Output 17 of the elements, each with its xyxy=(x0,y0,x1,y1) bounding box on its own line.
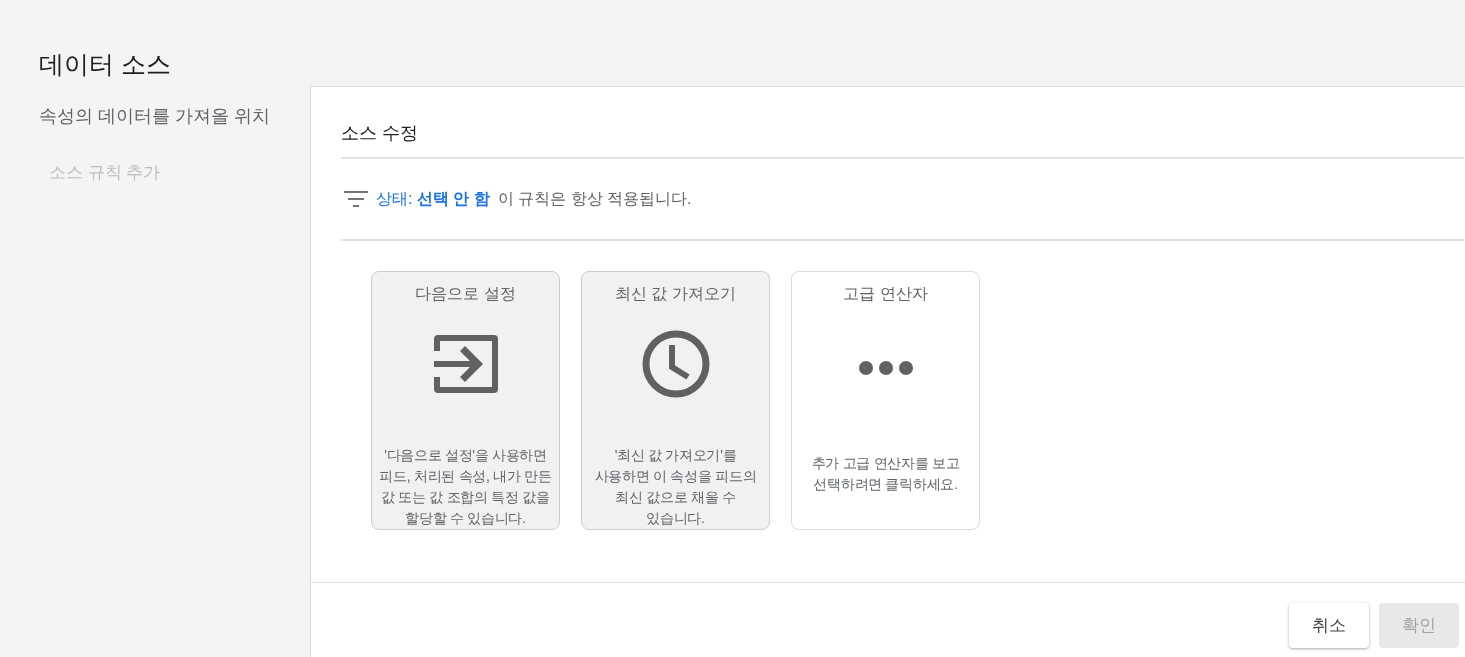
condition-link[interactable]: 상태: 선택 안 함 xyxy=(376,188,490,210)
option-title: 고급 연산자 xyxy=(843,284,928,304)
filter-icon xyxy=(344,190,368,208)
option-description: '다음으로 설정'을 사용하면 피드, 처리된 속성, 내가 만든 값 또는 값 조합의 특정 값을 할당할 수 있습니다. xyxy=(378,446,553,528)
condition-text: 이 규칙은 항상 적용됩니다. xyxy=(497,188,692,209)
more-dots-icon xyxy=(857,360,914,376)
page-title: 데이터 소스 xyxy=(39,49,172,80)
option-card[interactable]: 고급 연산자 추가 고급 연산자를 보고 선택하려면 클릭하세요. xyxy=(791,271,980,530)
option-description: '최신 값 가져오기'를 사용하면 이 속성을 피드의 최신 값으로 채울 수 있습니다. xyxy=(593,446,758,528)
clock-icon xyxy=(641,330,710,398)
panel-title: 소스 수정 xyxy=(341,122,419,145)
section-subtitle: 속성의 데이터를 가져올 위치 xyxy=(39,105,271,128)
cancel-button[interactable]: 취소 xyxy=(1289,603,1369,648)
option-description: 추가 고급 연산자를 보고 선택하려면 클릭하세요. xyxy=(810,454,961,494)
option-title: 다음으로 설정 xyxy=(415,284,516,304)
option-title: 최신 값 가져오기 xyxy=(615,284,736,304)
arrow-into-box-icon xyxy=(431,333,500,395)
